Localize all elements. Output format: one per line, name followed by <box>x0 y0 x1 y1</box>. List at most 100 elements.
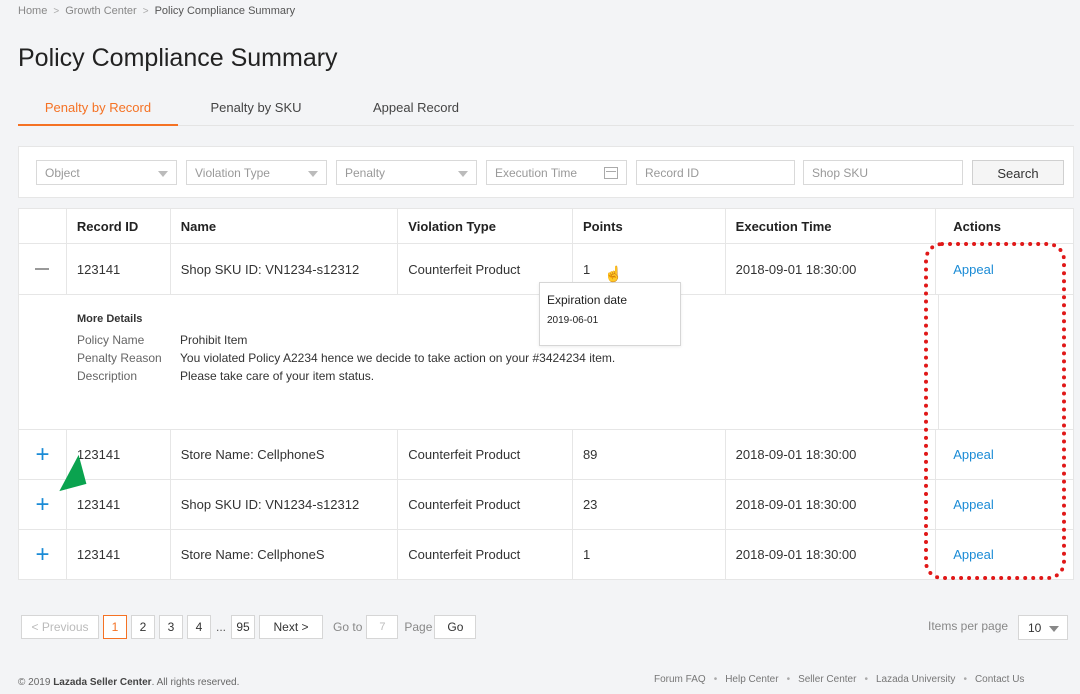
search-button[interactable]: Search <box>972 160 1064 185</box>
expand-icon[interactable]: + <box>35 442 49 467</box>
footer-link-lazada-university[interactable]: Lazada University <box>876 674 955 685</box>
page-button-4[interactable]: 4 <box>187 615 211 639</box>
expand-icon[interactable]: + <box>35 542 49 567</box>
shop-sku-input[interactable]: Shop SKU <box>803 160 963 185</box>
go-button[interactable]: Go <box>434 615 477 639</box>
footer-link-forum-faq[interactable]: Forum FAQ <box>654 674 706 685</box>
chevron-left-icon: < <box>31 620 42 634</box>
points-cell[interactable]: 1 <box>573 530 726 579</box>
footer-links: Forum FAQ • Help Center • Seller Center … <box>654 674 1024 685</box>
page-button-last[interactable]: 95 <box>231 615 256 639</box>
table-row: + 123141 Store Name: CellphoneS Counterf… <box>19 530 1073 579</box>
object-select-placeholder: Object <box>45 166 80 180</box>
hand-cursor-icon: ☝ <box>604 266 623 283</box>
shop-sku-placeholder: Shop SKU <box>812 166 869 180</box>
record-id-input[interactable]: Record ID <box>636 160 795 185</box>
name-cell: Store Name: CellphoneS <box>171 530 399 579</box>
header-record-id: Record ID <box>67 209 171 243</box>
copyright: © 2019 Lazada Seller Center. All rights … <box>18 677 239 688</box>
chevron-down-icon <box>308 171 318 177</box>
footer-link-contact-us[interactable]: Contact Us <box>975 674 1024 685</box>
header-expand <box>19 209 67 243</box>
violation-type-cell: Counterfeit Product <box>398 430 573 479</box>
header-violation-type: Violation Type <box>398 209 573 243</box>
table-row: + 123141 Store Name: CellphoneS Counterf… <box>19 430 1073 480</box>
chevron-down-icon <box>1049 626 1059 632</box>
penalty-reason-value: You violated Policy A2234 hence we decid… <box>180 351 616 365</box>
page-button-1[interactable]: 1 <box>103 615 127 639</box>
tooltip-value: 2019-06-01 <box>547 315 599 326</box>
table-header: Record ID Name Violation Type Points Exe… <box>19 209 1073 244</box>
next-label: Next <box>273 620 299 634</box>
execution-time-cell: 2018-09-01 18:30:00 <box>726 480 937 529</box>
violation-type-placeholder: Violation Type <box>195 166 270 180</box>
chevron-down-icon <box>458 171 468 177</box>
previous-label: Previous <box>41 620 89 634</box>
separator-dot: • <box>713 674 718 685</box>
violation-type-select[interactable]: Violation Type <box>186 160 327 185</box>
chevron-right-icon: > <box>298 620 309 634</box>
pagination-ellipsis: ... <box>216 620 227 634</box>
copyright-suffix: . All rights reserved. <box>151 677 240 688</box>
separator-dot: • <box>864 674 868 685</box>
items-per-page-value: 10 <box>1028 621 1042 635</box>
penalty-reason-label: Penalty Reason <box>77 351 162 365</box>
tab-bar: Penalty by Record Penalty by SKU Appeal … <box>18 96 1074 126</box>
tab-penalty-by-sku[interactable]: Penalty by SKU <box>178 96 334 126</box>
record-id-cell: 123141 <box>67 480 171 529</box>
violation-type-cell: Counterfeit Product <box>398 480 573 529</box>
calendar-icon <box>604 167 618 179</box>
previous-page-button[interactable]: < Previous <box>21 615 99 639</box>
footer-link-seller-center[interactable]: Seller Center <box>798 674 856 685</box>
policy-name-value: Prohibit Item <box>180 333 248 347</box>
object-select[interactable]: Object <box>36 160 177 185</box>
actions-highlight-annotation <box>924 242 1066 580</box>
execution-time-cell: 2018-09-01 18:30:00 <box>726 244 937 294</box>
breadcrumb-current: Policy Compliance Summary <box>154 5 296 17</box>
details-description: Description Please take care of your ite… <box>77 367 615 385</box>
expiration-tooltip: Expiration date 2019-06-01 <box>539 282 681 346</box>
items-per-page-label: Items per page <box>928 619 1009 633</box>
filter-panel: Object Violation Type Penalty Execution … <box>18 146 1074 198</box>
penalty-select[interactable]: Penalty <box>336 160 477 185</box>
chevron-right-icon: > <box>53 5 60 17</box>
header-execution-time: Execution Time <box>726 209 937 243</box>
record-id-cell: 123141 <box>67 244 171 294</box>
next-page-button[interactable]: Next > <box>259 615 324 639</box>
penalty-table: Record ID Name Violation Type Points Exe… <box>18 208 1074 580</box>
collapse-icon[interactable] <box>35 268 50 270</box>
footer-link-help-center[interactable]: Help Center <box>725 674 778 685</box>
items-per-page-select[interactable]: 10 <box>1018 615 1068 640</box>
goto-label: Go to <box>333 620 363 634</box>
penalty-placeholder: Penalty <box>345 166 386 180</box>
page-label: Page <box>404 620 433 634</box>
header-actions: Actions <box>953 218 1001 234</box>
collapse-cell <box>19 244 67 294</box>
breadcrumb-home[interactable]: Home <box>18 5 47 17</box>
record-id-cell: 123141 <box>67 530 171 579</box>
page-button-3[interactable]: 3 <box>159 615 183 639</box>
violation-type-cell: Counterfeit Product <box>398 530 573 579</box>
page-button-2[interactable]: 2 <box>131 615 155 639</box>
expand-cell: + <box>19 530 67 579</box>
details-policy-name: Policy Name Prohibit Item <box>77 331 615 349</box>
goto-page-input[interactable]: 7 <box>366 615 399 639</box>
description-label: Description <box>77 369 138 383</box>
name-cell: Store Name: CellphoneS <box>171 430 399 479</box>
policy-name-label: Policy Name <box>77 333 145 347</box>
description-value: Please take care of your item status. <box>180 369 375 383</box>
tab-appeal-record[interactable]: Appeal Record <box>334 96 498 126</box>
points-cell[interactable]: 23 <box>573 480 726 529</box>
record-id-placeholder: Record ID <box>645 166 700 180</box>
execution-time-cell: 2018-09-01 18:30:00 <box>726 430 937 479</box>
expand-icon[interactable]: + <box>35 492 49 517</box>
header-points: Points <box>573 209 726 243</box>
name-cell: Shop SKU ID: VN1234-s12312 <box>171 480 399 529</box>
execution-time-picker[interactable]: Execution Time <box>486 160 627 185</box>
tab-penalty-by-record[interactable]: Penalty by Record <box>18 96 178 126</box>
execution-time-placeholder: Execution Time <box>495 166 578 180</box>
breadcrumb-growth-center[interactable]: Growth Center <box>65 5 137 17</box>
header-name: Name <box>171 209 399 243</box>
copyright-prefix: © 2019 <box>18 677 51 688</box>
points-cell[interactable]: 89 <box>573 430 726 479</box>
